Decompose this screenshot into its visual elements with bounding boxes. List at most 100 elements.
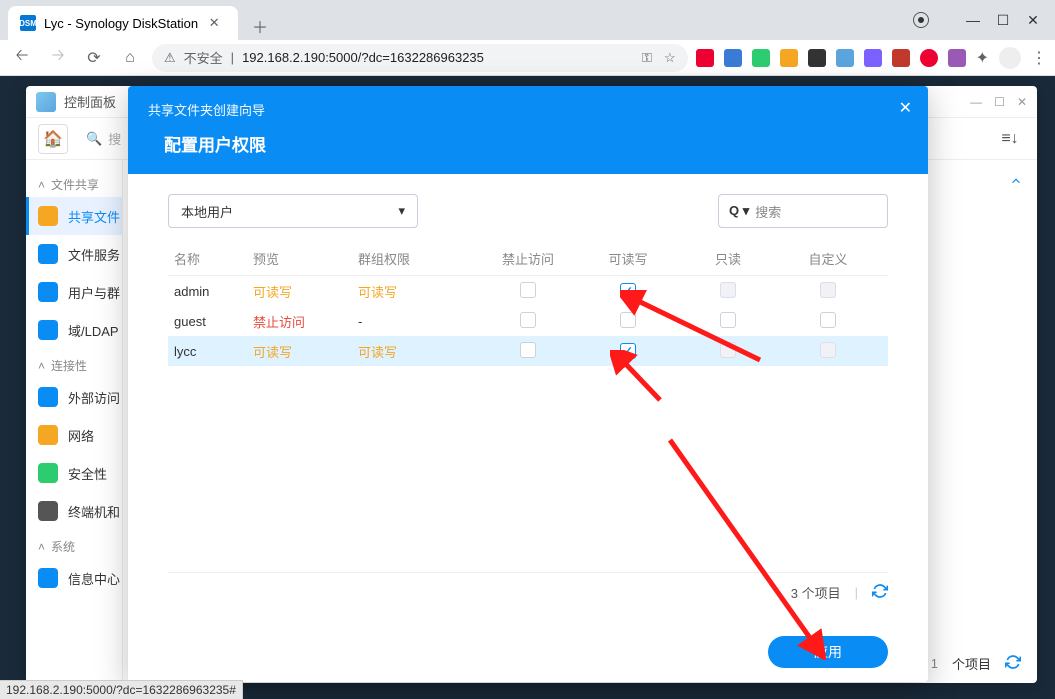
sidebar-item-shared-folder[interactable]: 共享文件	[26, 197, 122, 235]
folder-icon	[38, 206, 58, 226]
content-footer: 1 个项目	[915, 643, 1037, 683]
user-type-dropdown[interactable]: 本地用户 ▾	[168, 194, 418, 228]
checkbox[interactable]	[620, 312, 636, 328]
maximize-button[interactable]: ☐	[997, 14, 1009, 26]
window-close-button[interactable]: ✕	[1027, 14, 1039, 26]
back-button[interactable]: 🡠	[8, 44, 36, 72]
table-refresh-button[interactable]	[872, 583, 888, 602]
extension-icons: ✦ ⋮	[696, 47, 1047, 69]
reload-button[interactable]: ⟳	[80, 44, 108, 72]
profile-icon[interactable]	[913, 12, 929, 28]
list-toggle[interactable]: ≡↓	[995, 124, 1025, 154]
star-icon[interactable]: ☆	[664, 50, 676, 66]
cell-group: 可读写	[358, 282, 478, 301]
avatar-icon[interactable]	[999, 47, 1021, 69]
extensions-icon[interactable]: ✦	[976, 48, 989, 68]
cell-name: admin	[168, 284, 253, 299]
sidebar: ˄文件共享 共享文件 文件服务 用户与群 域/LDAP ˄连接性 外部访问 网络…	[26, 160, 123, 683]
sidebar-item-users[interactable]: 用户与群	[26, 273, 122, 311]
modal-close-button[interactable]: ✕	[899, 98, 912, 118]
modal-subtitle: 配置用户权限	[164, 131, 908, 156]
checkbox[interactable]	[820, 312, 836, 328]
ext-icon[interactable]	[724, 49, 742, 67]
ext-icon[interactable]	[948, 49, 966, 67]
globe-icon	[38, 387, 58, 407]
sidebar-section: ˄连接性	[26, 349, 122, 378]
col-ro: 只读	[678, 249, 778, 268]
col-group: 群组权限	[358, 249, 478, 268]
modal-header: 共享文件夹创建向导 配置用户权限 ✕	[128, 86, 928, 174]
url-input[interactable]: ⚠ 不安全 | 192.168.2.190:5000/?dc=163228696…	[152, 44, 688, 72]
sidebar-item-ldap[interactable]: 域/LDAP	[26, 311, 122, 349]
checkbox	[820, 282, 836, 298]
checkbox[interactable]	[520, 282, 536, 298]
ext-icon[interactable]	[752, 49, 770, 67]
new-tab-button[interactable]: ＋	[246, 12, 274, 40]
checkbox[interactable]: ✓	[620, 283, 636, 299]
table-footer: 3 个项目 |	[168, 572, 888, 612]
ext-icon[interactable]	[892, 49, 910, 67]
apply-button[interactable]: 应用	[768, 636, 888, 668]
browser-tab[interactable]: DSM Lyc - Synology DiskStation ✕	[8, 6, 238, 40]
favicon-icon: DSM	[20, 15, 36, 31]
checkbox[interactable]	[720, 312, 736, 328]
tab-close-icon[interactable]: ✕	[206, 15, 222, 31]
table-row[interactable]: lycc 可读写 可读写 ✓	[168, 336, 888, 366]
table-row[interactable]: guest 禁止访问 -	[168, 306, 888, 336]
key-icon[interactable]: ⚿	[642, 50, 652, 66]
dsm-maximize[interactable]: ☐	[994, 95, 1005, 109]
dropdown-label: 本地用户	[181, 202, 233, 221]
panel-collapse[interactable]	[1009, 174, 1023, 193]
cell-preview: 禁止访问	[253, 312, 358, 331]
col-preview: 预览	[253, 249, 358, 268]
ext-icon[interactable]	[808, 49, 826, 67]
sidebar-item-info[interactable]: 信息中心	[26, 559, 122, 597]
checkbox[interactable]: ✓	[620, 343, 636, 359]
col-name: 名称	[168, 249, 253, 268]
abp-icon[interactable]	[920, 49, 938, 67]
modal-footer: 应用	[128, 622, 928, 682]
browser-status-bar: 192.168.2.190:5000/?dc=1632286963235#	[0, 680, 243, 699]
tab-title: Lyc - Synology DiskStation	[44, 16, 198, 31]
terminal-icon	[38, 501, 58, 521]
sidebar-section: ˄系统	[26, 530, 122, 559]
search-placeholder: 搜	[108, 129, 121, 148]
tab-bar: DSM Lyc - Synology DiskStation ✕ ＋ — ☐ ✕	[0, 0, 1055, 40]
cell-group: 可读写	[358, 342, 478, 361]
home-button[interactable]: ⌂	[116, 44, 144, 72]
checkbox	[820, 342, 836, 358]
search-icon: 🔍	[86, 131, 102, 147]
refresh-button[interactable]	[1005, 654, 1021, 673]
dsm-home-button[interactable]: 🏠	[38, 124, 68, 154]
sidebar-item-external[interactable]: 外部访问	[26, 378, 122, 416]
checkbox[interactable]	[520, 342, 536, 358]
search-icon: Q ▾	[729, 203, 749, 219]
ext-icon[interactable]	[864, 49, 882, 67]
sidebar-section: ˄文件共享	[26, 168, 122, 197]
item-count: 个项目	[952, 654, 991, 673]
ext-icon[interactable]	[696, 49, 714, 67]
address-bar: 🡠 🡢 ⟳ ⌂ ⚠ 不安全 | 192.168.2.190:5000/?dc=1…	[0, 40, 1055, 76]
browser-chrome: DSM Lyc - Synology DiskStation ✕ ＋ — ☐ ✕…	[0, 0, 1055, 76]
col-custom: 自定义	[778, 249, 878, 268]
sidebar-item-file-services[interactable]: 文件服务	[26, 235, 122, 273]
sidebar-item-terminal[interactable]: 终端机和	[26, 492, 122, 530]
ext-icon[interactable]	[836, 49, 854, 67]
minimize-button[interactable]: —	[967, 14, 979, 26]
permission-wizard-modal: 共享文件夹创建向导 配置用户权限 ✕ 本地用户 ▾ Q ▾ 搜索 名称 预览 群…	[128, 86, 928, 682]
item-count-text: 3 个项目	[791, 583, 841, 602]
forward-button[interactable]: 🡢	[44, 44, 72, 72]
dsm-minimize[interactable]: —	[970, 95, 982, 109]
sidebar-item-security[interactable]: 安全性	[26, 454, 122, 492]
ext-icon[interactable]	[780, 49, 798, 67]
col-deny: 禁止访问	[478, 249, 578, 268]
dsm-close[interactable]: ✕	[1017, 95, 1027, 109]
table-row[interactable]: admin 可读写 可读写 ✓	[168, 276, 888, 306]
modal-title: 共享文件夹创建向导	[148, 100, 908, 119]
menu-icon[interactable]: ⋮	[1031, 48, 1047, 68]
modal-search[interactable]: Q ▾ 搜索	[718, 194, 888, 228]
network-icon	[38, 425, 58, 445]
sidebar-item-network[interactable]: 网络	[26, 416, 122, 454]
checkbox[interactable]	[520, 312, 536, 328]
cell-preview: 可读写	[253, 342, 358, 361]
